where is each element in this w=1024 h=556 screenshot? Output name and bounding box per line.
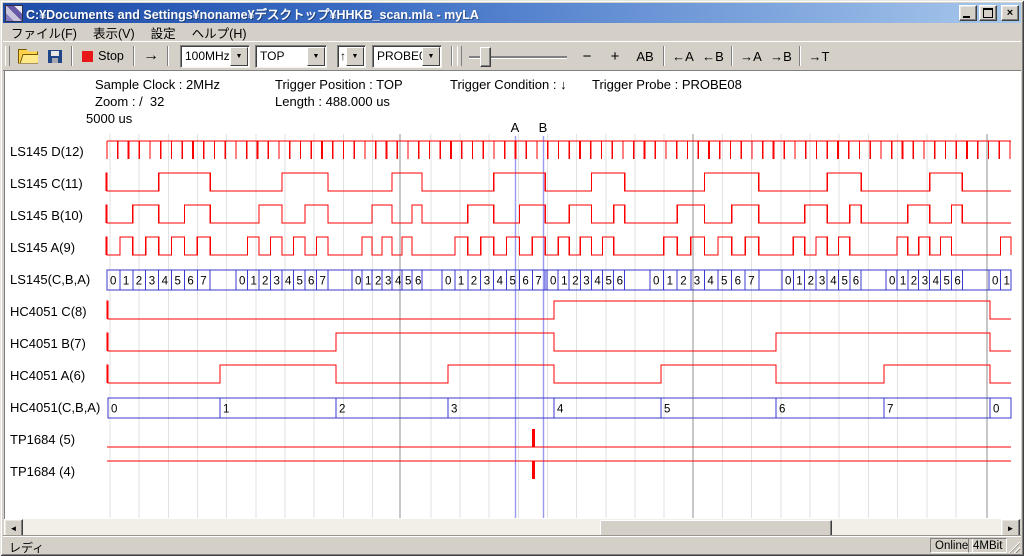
- app-window: C:¥Documents and Settings¥noname¥デスクトップ¥…: [0, 0, 1024, 556]
- dropdown-arrow-icon[interactable]: ▼: [307, 47, 325, 66]
- channel-label: LS145 D(12): [10, 144, 84, 159]
- info-trigger-condition: Trigger Condition : ↓: [450, 77, 567, 92]
- toolbar-separator: [663, 46, 665, 66]
- app-icon: [5, 5, 23, 22]
- channel-label: LS145 B(10): [10, 208, 83, 223]
- zoom-out-button[interactable]: −: [575, 45, 599, 67]
- menubar: ファイル(F) 表示(V) 設定 ヘルプ(H): [3, 23, 1021, 41]
- channel-label: HC4051 A(6): [10, 368, 85, 383]
- menu-file[interactable]: ファイル(F): [3, 22, 85, 43]
- info-zoom: Zoom : / 32: [95, 94, 164, 109]
- trigger-probe-select[interactable]: PROBE00 ▼: [372, 45, 442, 68]
- trigger-position-select[interactable]: TOP ▼: [255, 45, 327, 68]
- close-button[interactable]: ×: [1001, 5, 1019, 21]
- run-button[interactable]: →: [139, 45, 163, 67]
- channel-label: LS145(C,B,A): [10, 272, 90, 287]
- minimize-icon: [963, 16, 970, 18]
- status-ready-text: レディ: [9, 539, 44, 556]
- zoom-slider-thumb[interactable]: [480, 47, 491, 67]
- window-title: C:¥Documents and Settings¥noname¥デスクトップ¥…: [26, 4, 479, 23]
- cursor-a-label[interactable]: A: [511, 120, 520, 135]
- toolbar-separator: [731, 46, 733, 66]
- toolbar-separator: [167, 46, 169, 66]
- minimize-button[interactable]: [959, 5, 977, 21]
- zoom-ab-button[interactable]: AB: [631, 45, 659, 67]
- channel-label: LS145 A(9): [10, 240, 75, 255]
- dropdown-arrow-icon[interactable]: ▼: [230, 47, 248, 66]
- channel-label: HC4051(C,B,A): [10, 400, 100, 415]
- status-memory-badge: 4MBit: [968, 538, 1007, 553]
- toolbar: Stop → 100MHz ▼ TOP ▼ ↑ ▼ PROBE00 ▼ − + …: [3, 41, 1021, 71]
- statusbar: レディ Online 4MBit: [3, 536, 1021, 554]
- resize-grip-icon[interactable]: [1007, 540, 1020, 553]
- toolbar-separator: [71, 46, 73, 66]
- stop-icon: [82, 51, 93, 62]
- trigger-edge-select[interactable]: ↑ ▼: [337, 45, 366, 68]
- stop-label: Stop: [98, 49, 124, 63]
- info-sample-clock: Sample Clock : 2MHz: [95, 77, 220, 92]
- menu-help[interactable]: ヘルプ(H): [184, 22, 255, 43]
- hscroll-thumb[interactable]: [600, 520, 832, 537]
- goto-b-left-button[interactable]: ←B: [699, 45, 727, 67]
- scroll-right-icon: ►: [1007, 524, 1015, 533]
- zoom-in-button[interactable]: +: [603, 45, 627, 67]
- toolbar-grip[interactable]: [5, 46, 10, 66]
- channel-label: LS145 C(11): [10, 176, 83, 191]
- menu-settings[interactable]: 設定: [143, 22, 184, 43]
- stop-button[interactable]: Stop: [77, 45, 129, 67]
- dropdown-arrow-icon[interactable]: ▼: [346, 47, 364, 66]
- info-trigger-probe: Trigger Probe : PROBE08: [592, 77, 742, 92]
- toolbar-grip[interactable]: [457, 46, 462, 66]
- waveform-canvas[interactable]: [4, 70, 1021, 519]
- open-file-button[interactable]: [15, 45, 41, 67]
- save-floppy-icon: [48, 50, 62, 63]
- goto-b-right-button[interactable]: →B: [767, 45, 795, 67]
- maximize-button[interactable]: [979, 5, 997, 21]
- save-file-button[interactable]: [43, 45, 67, 67]
- titlebar: C:¥Documents and Settings¥noname¥デスクトップ¥…: [3, 3, 1021, 23]
- menu-view[interactable]: 表示(V): [85, 22, 143, 43]
- window-controls: ×: [957, 5, 1019, 21]
- toolbar-separator: [133, 46, 135, 66]
- channel-label: TP1684 (4): [10, 464, 75, 479]
- open-folder-icon: [18, 49, 38, 64]
- channel-label: HC4051 C(8): [10, 304, 87, 319]
- sample-clock-select[interactable]: 100MHz ▼: [180, 45, 250, 68]
- horizontal-scrollbar[interactable]: ◄ ►: [4, 519, 1020, 536]
- channel-label: HC4051 B(7): [10, 336, 86, 351]
- status-online-badge: Online: [930, 538, 973, 553]
- maximize-icon: [983, 8, 993, 18]
- info-length: Length : 488.000 us: [275, 94, 390, 109]
- toolbar-separator: [799, 46, 801, 66]
- time-division-label: 5000 us: [86, 111, 132, 126]
- goto-a-right-button[interactable]: →A: [737, 45, 765, 67]
- cursor-b-label[interactable]: B: [539, 120, 548, 135]
- toolbar-separator: [451, 46, 453, 66]
- channel-label: TP1684 (5): [10, 432, 75, 447]
- goto-trigger-button[interactable]: →T: [805, 45, 833, 67]
- scroll-left-icon: ◄: [10, 524, 18, 533]
- goto-a-left-button[interactable]: ←A: [669, 45, 697, 67]
- info-trigger-position: Trigger Position : TOP: [275, 77, 403, 92]
- dropdown-arrow-icon[interactable]: ▼: [422, 47, 440, 66]
- close-icon: ×: [1007, 7, 1013, 19]
